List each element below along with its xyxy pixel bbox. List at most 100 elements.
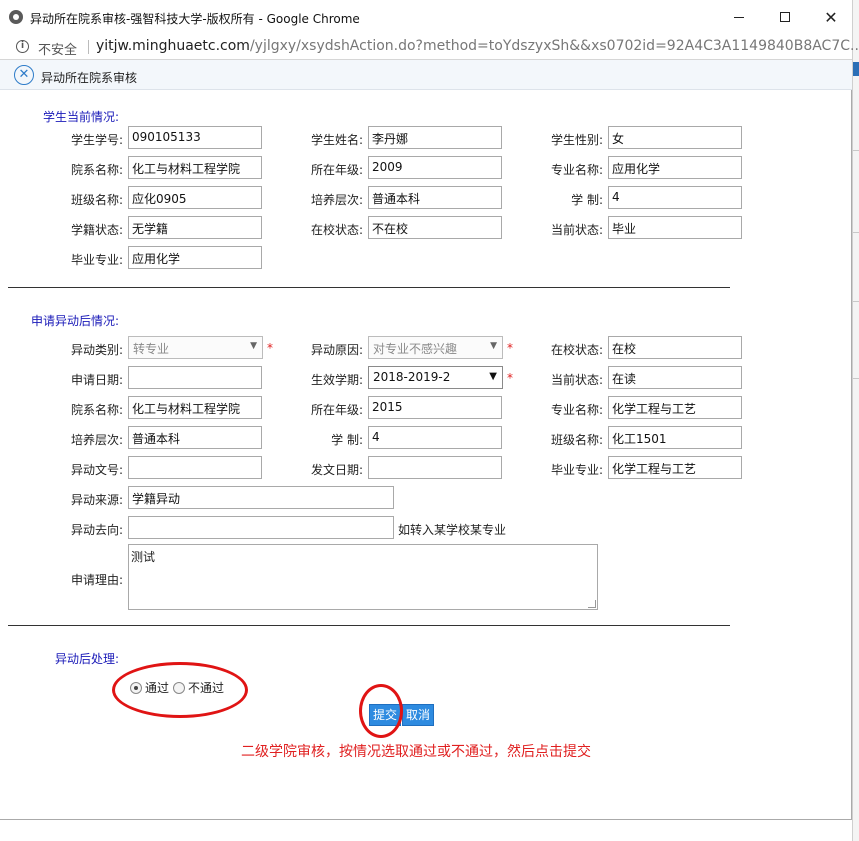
years-label: 学 制: bbox=[571, 193, 603, 207]
class-field[interactable]: 应化0905 bbox=[128, 186, 262, 209]
after-major-label: 专业名称: bbox=[550, 403, 603, 417]
grade-label: 所在年级: bbox=[310, 163, 363, 177]
status-label: 学籍状态: bbox=[70, 223, 123, 237]
change-reason-label: 异动原因: bbox=[310, 343, 363, 357]
student-name-label: 学生姓名: bbox=[310, 133, 363, 147]
close-circle-icon[interactable]: ✕ bbox=[14, 65, 34, 85]
maximize-icon bbox=[780, 12, 790, 22]
term-select[interactable]: 2018-2019-2 ▼ bbox=[368, 366, 503, 389]
background-line bbox=[853, 150, 859, 151]
doc-date-field[interactable] bbox=[368, 456, 502, 479]
source-field[interactable]: 学籍异动 bbox=[128, 486, 394, 509]
student-id-field[interactable]: 090105133 bbox=[128, 126, 262, 149]
after-in-school-field[interactable]: 在校 bbox=[608, 336, 742, 359]
in-school-field[interactable]: 不在校 bbox=[368, 216, 502, 239]
after-dept-field[interactable]: 化工与材料工程学院 bbox=[128, 396, 262, 419]
reason-textarea[interactable]: 测试 bbox=[128, 544, 598, 610]
years-field[interactable]: 4 bbox=[608, 186, 742, 209]
popup-window: 异动所在院系审核-强智科技大学-版权所有 - Google Chrome ✕ i… bbox=[0, 0, 859, 820]
radio-highlight-circle bbox=[112, 662, 248, 718]
after-grad-major-label: 毕业专业: bbox=[550, 463, 603, 477]
after-major-field[interactable]: 化学工程与工艺 bbox=[608, 396, 742, 419]
close-button[interactable]: ✕ bbox=[808, 0, 854, 34]
url-host: yitjw.minghuaetc.com bbox=[96, 38, 250, 54]
cancel-button[interactable]: 取消 bbox=[402, 704, 435, 726]
doc-date-label: 发文日期: bbox=[310, 463, 363, 477]
current-section-title: 学生当前情况: bbox=[43, 110, 120, 124]
apply-date-field[interactable] bbox=[128, 366, 262, 389]
after-current-status-field[interactable]: 在读 bbox=[608, 366, 742, 389]
minimize-button[interactable] bbox=[716, 0, 762, 34]
after-years-label: 学 制: bbox=[331, 433, 363, 447]
change-reason-value: 对专业不感兴趣 bbox=[373, 342, 458, 356]
change-type-value: 转专业 bbox=[133, 342, 170, 356]
term-value: 2018-2019-2 bbox=[373, 370, 451, 384]
required-mark: * bbox=[267, 341, 273, 355]
chevron-down-icon: ▼ bbox=[489, 371, 497, 382]
grad-major-field[interactable]: 应用化学 bbox=[128, 246, 262, 269]
bottom-strip bbox=[241, 820, 660, 828]
chevron-down-icon: ▼ bbox=[490, 341, 497, 351]
info-icon[interactable]: i bbox=[16, 40, 29, 53]
doc-no-label: 异动文号: bbox=[70, 463, 123, 477]
destination-field[interactable] bbox=[128, 516, 394, 539]
process-section-title: 异动后处理: bbox=[55, 652, 120, 666]
reason-text-value: 测试 bbox=[131, 550, 156, 564]
after-years-field[interactable]: 4 bbox=[368, 426, 502, 449]
after-grade-field[interactable]: 2015 bbox=[368, 396, 502, 419]
current-status-label: 当前状态: bbox=[550, 223, 603, 237]
gender-field[interactable]: 女 bbox=[608, 126, 742, 149]
in-school-label: 在校状态: bbox=[310, 223, 363, 237]
address-separator bbox=[88, 40, 89, 54]
destination-hint: 如转入某学校某专业 bbox=[398, 523, 507, 537]
after-class-label: 班级名称: bbox=[550, 433, 603, 447]
background-line bbox=[853, 301, 859, 302]
status-field[interactable]: 无学籍 bbox=[128, 216, 262, 239]
source-label: 异动来源: bbox=[70, 493, 123, 507]
minimize-icon bbox=[734, 16, 744, 18]
after-class-field[interactable]: 化工1501 bbox=[608, 426, 742, 449]
security-label[interactable]: 不安全 bbox=[38, 39, 77, 58]
chevron-down-icon: ▼ bbox=[250, 341, 257, 351]
gender-label: 学生性别: bbox=[550, 133, 603, 147]
reason-text-label: 申请理由: bbox=[70, 573, 123, 587]
submit-highlight-circle bbox=[359, 684, 403, 738]
url-text[interactable]: yitjw.minghuaetc.com/yjlgxy/xsydshAction… bbox=[96, 38, 859, 54]
student-name-field[interactable]: 李丹娜 bbox=[368, 126, 502, 149]
change-type-select[interactable]: 转专业 ▼ bbox=[128, 336, 263, 359]
dept-field[interactable]: 化工与材料工程学院 bbox=[128, 156, 262, 179]
background-blue-block bbox=[853, 62, 859, 76]
required-mark: * bbox=[507, 371, 513, 385]
level-field[interactable]: 普通本科 bbox=[368, 186, 502, 209]
after-dept-label: 院系名称: bbox=[70, 403, 123, 417]
url-path: /yjlgxy/xsydshAction.do?method=toYdszyxS… bbox=[249, 38, 859, 54]
major-label: 专业名称: bbox=[550, 163, 603, 177]
instruction-annotation: 二级学院审核，按情况选取通过或不通过，然后点击提交 bbox=[241, 744, 591, 760]
resize-grip-icon[interactable] bbox=[588, 600, 596, 608]
grad-major-label: 毕业专业: bbox=[70, 253, 123, 267]
required-mark: * bbox=[507, 341, 513, 355]
doc-no-field[interactable] bbox=[128, 456, 262, 479]
address-bar[interactable]: i 不安全 yitjw.minghuaetc.com/yjlgxy/xsydsh… bbox=[0, 34, 859, 60]
change-type-label: 异动类别: bbox=[70, 343, 123, 357]
after-section-title: 申请异动后情况: bbox=[31, 314, 120, 328]
maximize-button[interactable] bbox=[762, 0, 808, 34]
change-reason-select[interactable]: 对专业不感兴趣 ▼ bbox=[368, 336, 503, 359]
destination-label: 异动去向: bbox=[70, 523, 123, 537]
after-grad-major-field[interactable]: 化学工程与工艺 bbox=[608, 456, 742, 479]
level-label: 培养层次: bbox=[310, 193, 363, 207]
apply-date-label: 申请日期: bbox=[70, 373, 123, 387]
window-title: 异动所在院系审核-强智科技大学-版权所有 - Google Chrome bbox=[30, 12, 360, 26]
class-label: 班级名称: bbox=[70, 193, 123, 207]
dialog-header: ✕ 异动所在院系审核 bbox=[0, 60, 852, 90]
dialog-title: 异动所在院系审核 bbox=[41, 71, 138, 85]
student-id-label: 学生学号: bbox=[70, 133, 123, 147]
title-bar: 异动所在院系审核-强智科技大学-版权所有 - Google Chrome ✕ bbox=[0, 0, 852, 34]
chrome-icon bbox=[9, 10, 23, 24]
grade-field[interactable]: 2009 bbox=[368, 156, 502, 179]
after-level-field[interactable]: 普通本科 bbox=[128, 426, 262, 449]
current-status-field[interactable]: 毕业 bbox=[608, 216, 742, 239]
after-grade-label: 所在年级: bbox=[310, 403, 363, 417]
after-in-school-label: 在校状态: bbox=[550, 343, 603, 357]
major-field[interactable]: 应用化学 bbox=[608, 156, 742, 179]
